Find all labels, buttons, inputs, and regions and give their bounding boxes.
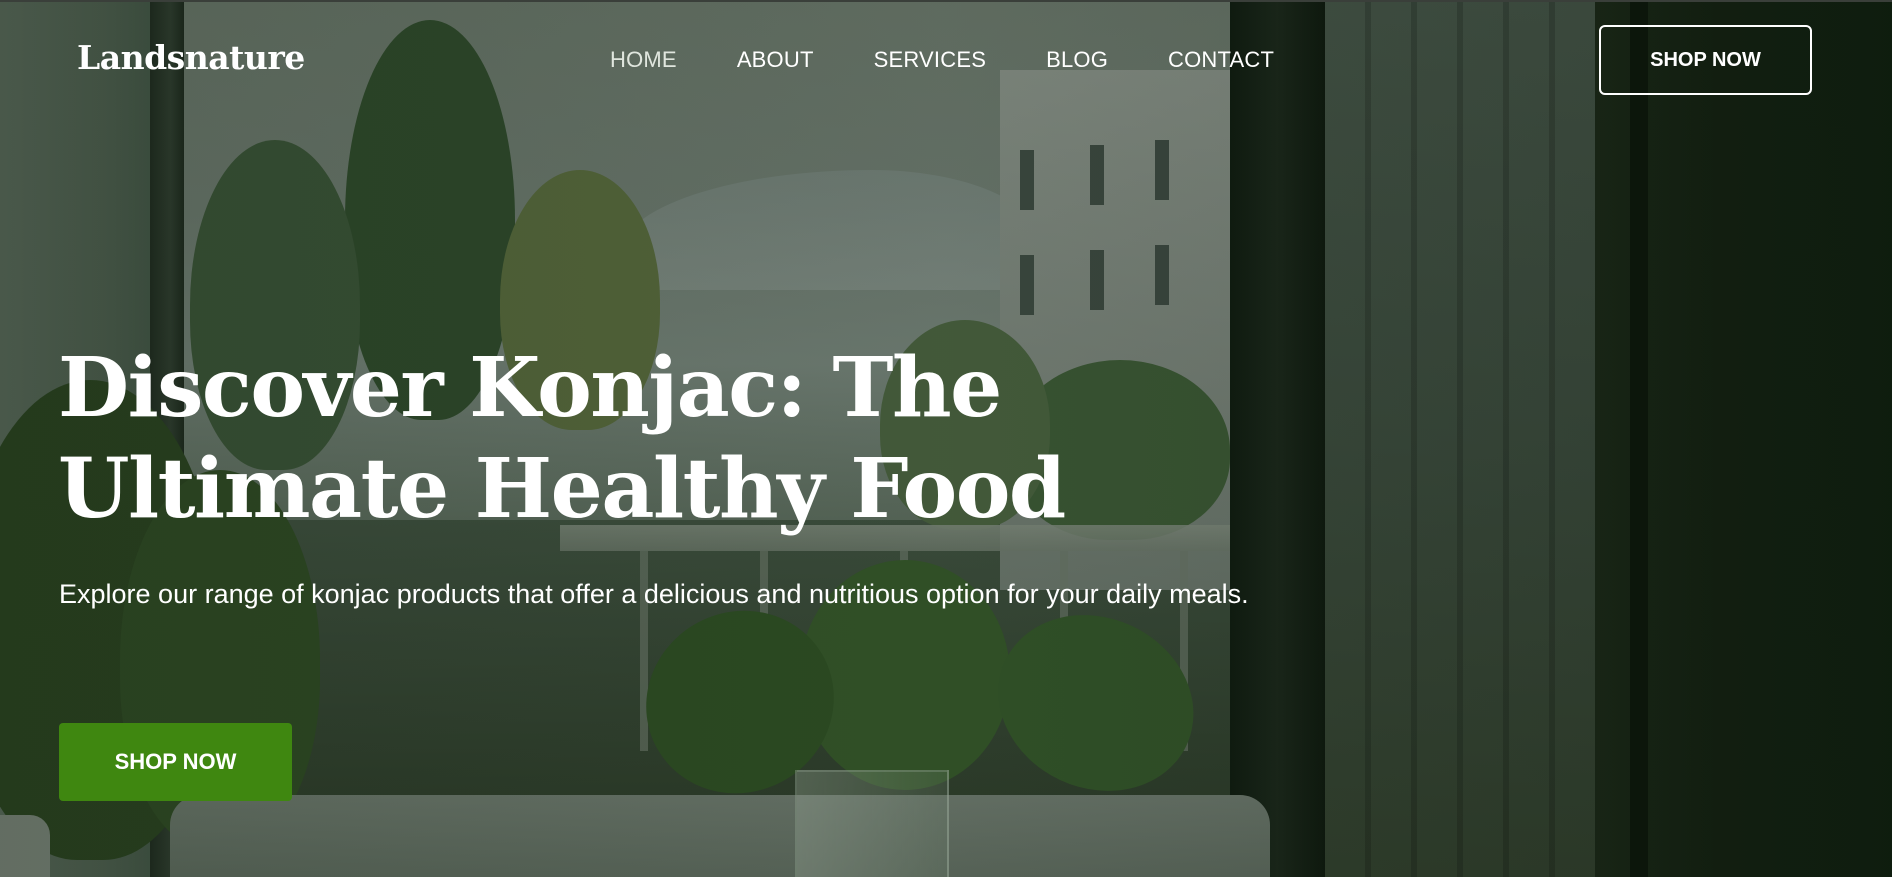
main-nav: HOME ABOUT SERVICES BLOG CONTACT — [610, 47, 1334, 73]
nav-services[interactable]: SERVICES — [874, 47, 986, 73]
header-shop-now-button[interactable]: SHOP NOW — [1599, 25, 1812, 95]
hero-shop-now-button[interactable]: SHOP NOW — [59, 723, 292, 801]
nav-about[interactable]: ABOUT — [737, 47, 814, 73]
hero-subtitle: Explore our range of konjac products tha… — [59, 579, 1249, 609]
nav-contact[interactable]: CONTACT — [1168, 47, 1274, 73]
nav-home[interactable]: HOME — [610, 47, 677, 73]
nav-blog[interactable]: BLOG — [1046, 47, 1108, 73]
hero-title-line-2: Ultimate Healthy Food — [58, 441, 1066, 537]
hero-title: Discover Konjac: The Ultimate Healthy Fo… — [58, 338, 1158, 540]
page: Landsnature HOME ABOUT SERVICES BLOG CON… — [0, 0, 1892, 877]
hero-title-line-1: Discover Konjac: The — [58, 340, 1002, 436]
site-logo[interactable]: Landsnature — [77, 38, 305, 77]
